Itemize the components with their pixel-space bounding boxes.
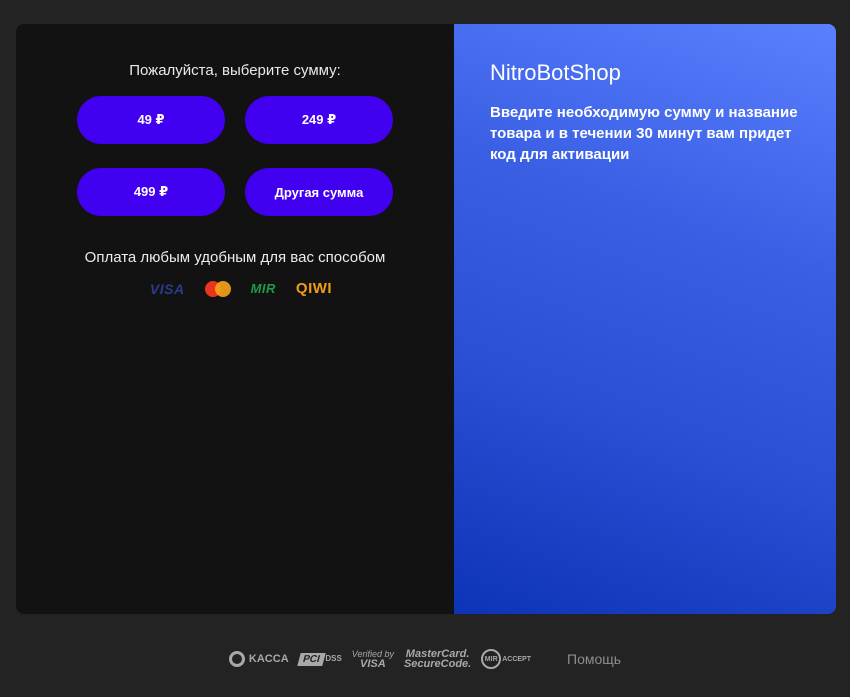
qiwi-q-icon xyxy=(228,651,245,667)
mastercard-icon xyxy=(204,280,231,297)
shop-info-panel: NitroBotShop Введите необходимую сумму и… xyxy=(454,24,836,614)
help-link[interactable]: Помощь xyxy=(567,651,621,667)
payment-methods-text: Оплата любым удобным для вас способом xyxy=(84,249,386,266)
payment-methods-logos: VISA MIR QIWI xyxy=(16,280,454,297)
amount-249-button[interactable]: 249 ₽ xyxy=(245,96,393,144)
payment-card: Пожалуйста, выберите сумму: 49 ₽ 249 ₽ 4… xyxy=(16,24,836,614)
pci-dss-logo: PCI DSS xyxy=(296,652,342,666)
verified-by-visa-logo: Verified by VISA xyxy=(351,649,394,670)
amount-499-button[interactable]: 499 ₽ xyxy=(77,168,225,216)
mastercard-securecode-logo: MasterCard. SecureCode. xyxy=(403,648,472,670)
shop-title: NitroBotShop xyxy=(490,60,621,85)
amount-panel: Пожалуйста, выберите сумму: 49 ₽ 249 ₽ 4… xyxy=(16,24,454,614)
custom-amount-button[interactable]: Другая сумма xyxy=(245,168,393,216)
visa-logo: VISA xyxy=(149,280,185,297)
qiwi-kassa-logo: KACCA xyxy=(228,651,289,667)
mir-logo: MIR xyxy=(250,281,276,296)
mir-accept-logo: MIR ACCEPT xyxy=(481,649,531,669)
amount-prompt: Пожалуйста, выберите сумму: xyxy=(129,62,341,79)
qiwi-logo: QIWI xyxy=(295,280,333,297)
amount-49-button[interactable]: 49 ₽ xyxy=(77,96,225,144)
shop-description: Введите необходимую сумму и название тов… xyxy=(490,104,798,163)
footer: KACCA PCI DSS Verified by VISA MasterCar… xyxy=(0,644,850,674)
